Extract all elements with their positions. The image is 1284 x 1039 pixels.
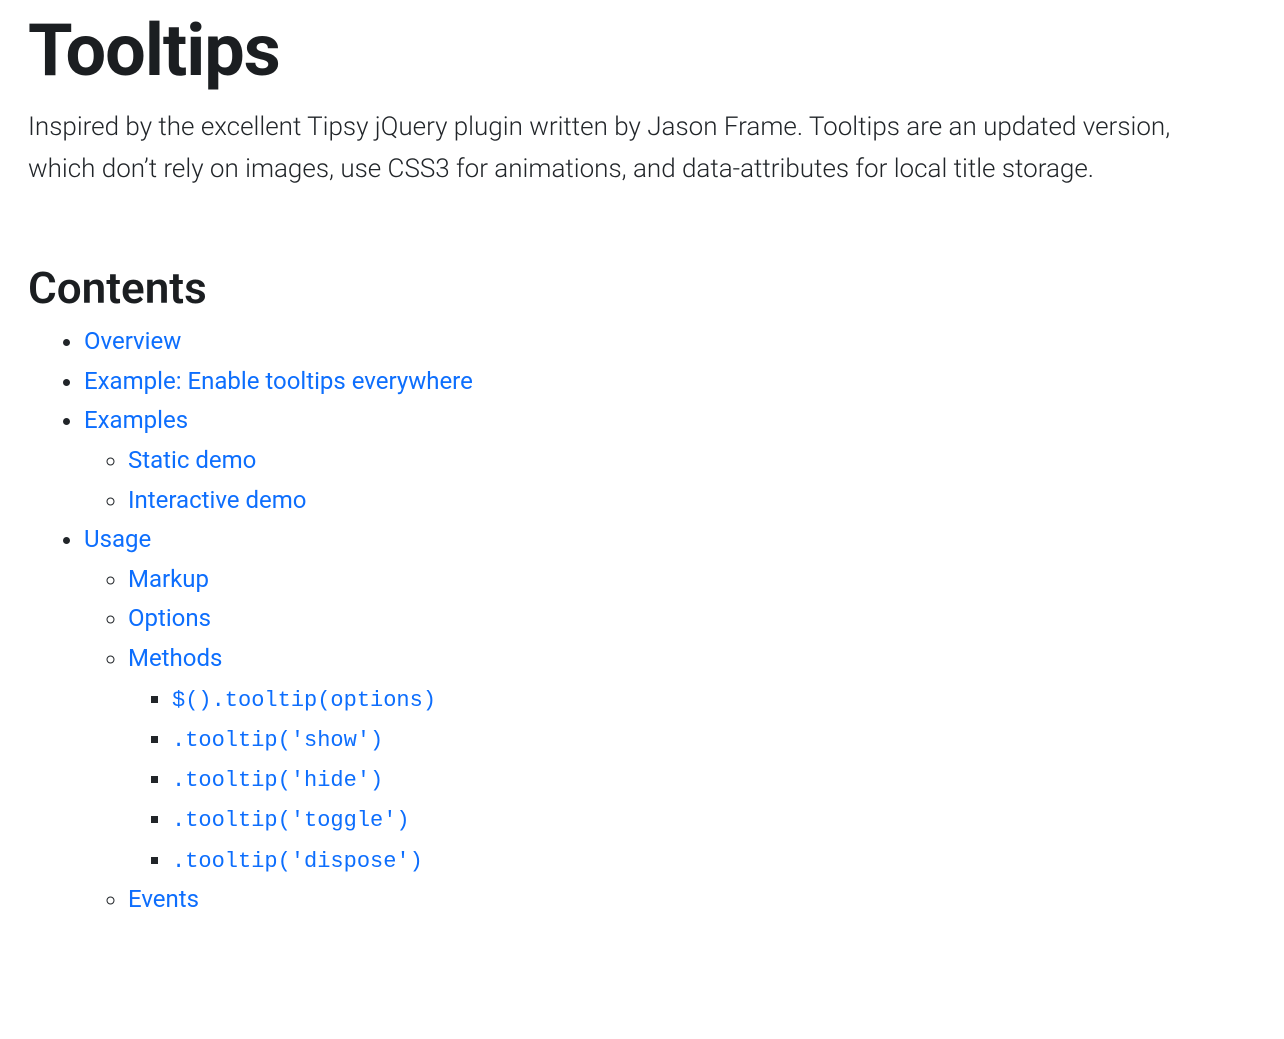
toc-item: Overview: [84, 322, 1256, 362]
page-content: Tooltips Inspired by the excellent Tipsy…: [0, 0, 1284, 960]
toc-link-method-options[interactable]: $().tooltip(options): [172, 684, 436, 712]
toc-link-overview[interactable]: Overview: [84, 327, 181, 355]
toc-item: Events: [128, 880, 1256, 920]
toc-item: .tooltip('show'): [172, 719, 1256, 759]
page-title: Tooltips: [28, 0, 1256, 93]
toc-link-method-toggle[interactable]: .tooltip('toggle'): [172, 804, 410, 832]
toc-link-events[interactable]: Events: [128, 885, 199, 913]
code-method-show: .tooltip('show'): [172, 728, 383, 753]
table-of-contents: Overview Example: Enable tooltips everyw…: [28, 322, 1256, 919]
toc-link-markup[interactable]: Markup: [128, 565, 209, 593]
toc-link-method-show[interactable]: .tooltip('show'): [172, 724, 383, 752]
toc-item: .tooltip('hide'): [172, 759, 1256, 799]
toc-link-static-demo[interactable]: Static demo: [128, 446, 256, 474]
code-method-dispose: .tooltip('dispose'): [172, 849, 423, 874]
toc-link-usage[interactable]: Usage: [84, 525, 151, 553]
toc-item: .tooltip('dispose'): [172, 840, 1256, 880]
toc-link-method-dispose[interactable]: .tooltip('dispose'): [172, 845, 423, 873]
contents-heading: Contents: [28, 262, 1256, 314]
toc-item: Markup: [128, 560, 1256, 600]
toc-item: Options: [128, 599, 1256, 639]
toc-link-examples[interactable]: Examples: [84, 406, 188, 434]
toc-link-interactive-demo[interactable]: Interactive demo: [128, 486, 306, 514]
toc-link-example-enable[interactable]: Example: Enable tooltips everywhere: [84, 367, 473, 395]
toc-item: Methods $().tooltip(options) .tooltip('s…: [128, 639, 1256, 880]
toc-item: Usage Markup Options Methods $().tooltip…: [84, 520, 1256, 919]
toc-item: Static demo: [128, 441, 1256, 481]
code-method-hide: .tooltip('hide'): [172, 768, 383, 793]
code-method-options: $().tooltip(options): [172, 688, 436, 713]
toc-item: .tooltip('toggle'): [172, 799, 1256, 839]
toc-link-methods[interactable]: Methods: [128, 644, 222, 672]
toc-link-options[interactable]: Options: [128, 604, 211, 632]
toc-item: Interactive demo: [128, 481, 1256, 521]
code-method-toggle: .tooltip('toggle'): [172, 808, 410, 833]
toc-item: $().tooltip(options): [172, 679, 1256, 719]
toc-item: Example: Enable tooltips everywhere: [84, 362, 1256, 402]
toc-link-method-hide[interactable]: .tooltip('hide'): [172, 764, 383, 792]
page-lead: Inspired by the excellent Tipsy jQuery p…: [28, 107, 1208, 190]
toc-item: Examples Static demo Interactive demo: [84, 401, 1256, 520]
